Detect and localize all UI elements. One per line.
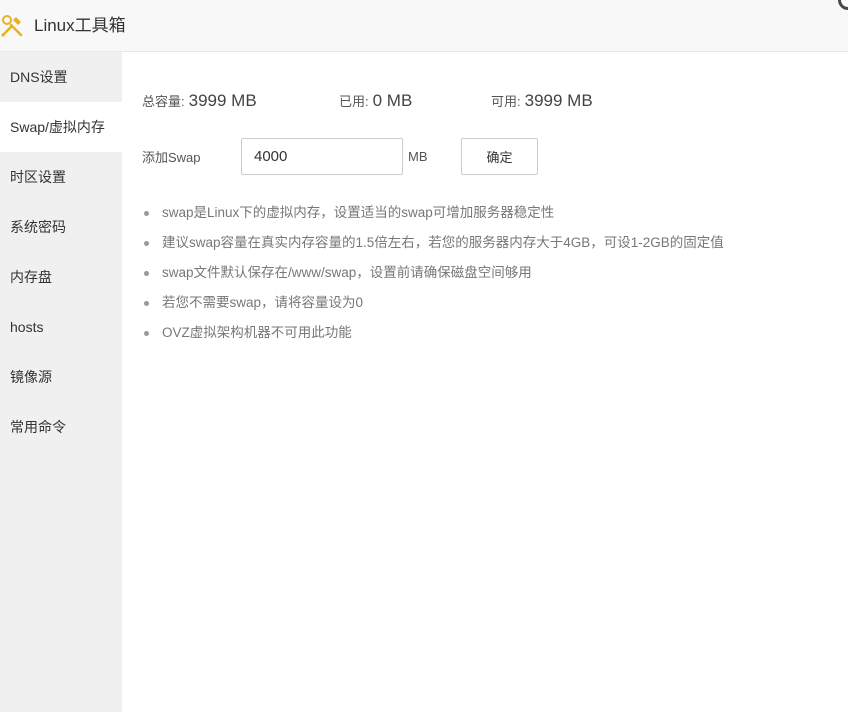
list-item: 若您不需要swap，请将容量设为0 <box>144 288 834 318</box>
sidebar-item-dns[interactable]: DNS设置 <box>0 52 122 102</box>
confirm-button[interactable]: 确定 <box>461 138 538 175</box>
list-item: 建议swap容量在真实内存容量的1.5倍左右，若您的服务器内存大于4GB，可设1… <box>144 228 834 258</box>
list-item: swap是Linux下的虚拟内存，设置适当的swap可增加服务器稳定性 <box>144 198 834 228</box>
stat-total: 总容量: 3999 MB <box>142 90 257 113</box>
tips-list: swap是Linux下的虚拟内存，设置适当的swap可增加服务器稳定性 建议sw… <box>144 198 834 348</box>
add-swap-label: 添加Swap <box>142 150 201 165</box>
swap-unit-label: MB <box>408 149 428 164</box>
bullet-icon <box>144 331 149 336</box>
sidebar-item-timezone[interactable]: 时区设置 <box>0 152 122 202</box>
stat-free-value: 3999 MB <box>524 91 593 110</box>
bullet-icon <box>144 241 149 246</box>
stat-total-label: 总容量: <box>142 94 185 109</box>
sidebar-item-hosts[interactable]: hosts <box>0 302 122 352</box>
sidebar-item-mirror-source[interactable]: 镜像源 <box>0 352 122 402</box>
stat-total-value: 3999 MB <box>188 91 257 110</box>
linux-toolbox-window: Linux工具箱 DNS设置 Swap/虚拟内存 时区设置 系统密码 内存盘 h… <box>0 0 848 712</box>
add-swap-form: 添加Swap MB 确定 <box>142 138 822 176</box>
bullet-icon <box>144 271 149 276</box>
app-title: Linux工具箱 <box>34 16 126 35</box>
sidebar-item-common-commands[interactable]: 常用命令 <box>0 402 122 452</box>
tip-text: swap是Linux下的虚拟内存，设置适当的swap可增加服务器稳定性 <box>162 205 555 220</box>
stat-free-label: 可用: <box>491 94 521 109</box>
stat-used-label: 已用: <box>339 94 369 109</box>
swap-stats: 总容量: 3999 MB 已用: 0 MB 可用: 3999 MB <box>142 90 822 112</box>
sidebar-item-system-password[interactable]: 系统密码 <box>0 202 122 252</box>
list-item: swap文件默认保存在/www/swap，设置前请确保磁盘空间够用 <box>144 258 834 288</box>
tip-text: OVZ虚拟架构机器不可用此功能 <box>162 325 352 340</box>
bullet-icon <box>144 301 149 306</box>
bullet-icon <box>144 211 149 216</box>
swap-size-input[interactable] <box>241 138 403 175</box>
tip-text: 若您不需要swap，请将容量设为0 <box>162 295 364 310</box>
sidebar: DNS设置 Swap/虚拟内存 时区设置 系统密码 内存盘 hosts 镜像源 … <box>0 52 122 712</box>
tools-icon <box>0 14 24 38</box>
sidebar-item-swap[interactable]: Swap/虚拟内存 <box>0 102 122 152</box>
sidebar-item-ramdisk[interactable]: 内存盘 <box>0 252 122 302</box>
stat-used: 已用: 0 MB <box>339 90 412 113</box>
tip-text: 建议swap容量在真实内存容量的1.5倍左右，若您的服务器内存大于4GB，可设1… <box>162 235 724 250</box>
title-bar: Linux工具箱 <box>0 0 848 52</box>
window-control-button[interactable] <box>838 0 848 10</box>
swap-panel: 总容量:3999 MB 已用:0 MB 可用:3999 MB 添加Swap MB… <box>122 52 848 712</box>
stat-free: 可用: 3999 MB <box>491 90 593 113</box>
list-item: OVZ虚拟架构机器不可用此功能 <box>144 318 834 348</box>
stat-used-value: 0 MB <box>372 91 413 110</box>
tip-text: swap文件默认保存在/www/swap，设置前请确保磁盘空间够用 <box>162 265 532 280</box>
